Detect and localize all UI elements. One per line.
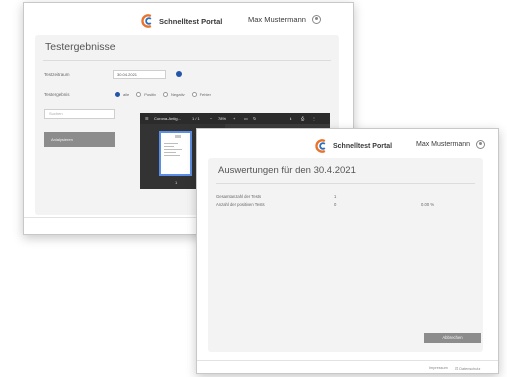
pdf-toolbar: ☰ Corona-Antig... 1 / 1 − 78% + ▭ ↻ ⭳ ⎙ … (140, 113, 330, 124)
zoom-level[interactable]: 78% (218, 113, 226, 124)
thumbnail-line (164, 146, 174, 147)
rotate-icon[interactable]: ↻ (253, 113, 256, 124)
cancel-button[interactable]: Abbrechen (424, 333, 481, 343)
radio-negative[interactable]: Negativ (163, 92, 185, 97)
page-title: Testergebnisse (45, 41, 116, 53)
radio-label: Positiv (144, 92, 157, 97)
radio-label: Fehler (199, 92, 211, 97)
thumbnail-logo (175, 135, 181, 138)
search-input[interactable]: Suchen (44, 109, 115, 119)
user-name: Max Mustermann (248, 15, 306, 24)
radio-dot[interactable] (163, 92, 169, 97)
user-icon (476, 140, 486, 149)
stat-row-total: Gesamtanzahl der Tests 1 (216, 194, 476, 201)
result-filter-label: Testergebnis (44, 92, 70, 97)
privacy-link[interactable]: ⊡ Datenschutz (455, 366, 480, 371)
logo-icon (141, 14, 152, 28)
pdf-page-thumbnail[interactable] (159, 131, 192, 176)
imprint-link[interactable]: Impressum (429, 366, 448, 370)
stat-count: 1 (334, 194, 337, 199)
print-icon[interactable]: ⎙ (301, 113, 304, 124)
thumbnail-line (164, 143, 178, 144)
radio-dot[interactable] (191, 92, 197, 97)
stat-percent: 0.00 % (421, 202, 435, 207)
radio-label: alle (123, 92, 130, 97)
header: Schnelltest Portal Max Mustermann (197, 129, 498, 159)
evaluation-card: Auswertungen für den 30.4.2021 Gesamtanz… (208, 158, 483, 352)
evaluation-window: Schnelltest Portal Max Mustermann Auswer… (196, 128, 499, 374)
user-icon (311, 15, 321, 24)
header: Schnelltest Portal Max Mustermann (24, 3, 353, 33)
privacy-label: Datenschutz (459, 367, 481, 371)
download-icon[interactable]: ⭳ (290, 113, 291, 124)
privacy-icon: ⊡ (455, 367, 459, 371)
more-options-icon[interactable]: ⋮ (312, 113, 316, 124)
divider (216, 183, 475, 184)
radio-dot[interactable] (136, 92, 142, 97)
fit-page-icon[interactable]: ▭ (244, 113, 248, 124)
pdf-file-name: Corona-Antig... (154, 116, 181, 121)
page-indicator: 1 / 1 (192, 116, 200, 121)
user-menu[interactable]: Max Mustermann (416, 140, 486, 149)
evaluation-title: Auswertungen für den 30.4.2021 (218, 165, 356, 176)
portal-logo[interactable]: Schnelltest Portal (315, 139, 392, 153)
stat-label: Gesamtanzahl der Tests (216, 194, 262, 199)
result-filter-radio-group: alle Positiv Negativ Fehler (115, 92, 218, 97)
radio-error[interactable]: Fehler (191, 92, 211, 97)
radio-all[interactable]: alle (115, 92, 129, 97)
user-name: Max Mustermann (416, 141, 471, 148)
date-range-label: Testzeitraum (44, 72, 70, 77)
zoom-in-icon[interactable]: + (233, 113, 235, 124)
thumbnail-line (164, 152, 176, 153)
logo-text: Schnelltest Portal (159, 16, 223, 26)
user-menu[interactable]: Max Mustermann (248, 15, 321, 24)
logo-text: Schnelltest Portal (333, 142, 393, 150)
calendar-icon[interactable] (176, 71, 182, 77)
footer: Impressum ⊡ Datenschutz (197, 360, 498, 373)
logo-icon (315, 139, 326, 153)
radio-label: Negativ (171, 92, 185, 97)
zoom-out-icon[interactable]: − (210, 113, 212, 124)
stat-row-positive: Anzahl der positiven Tests 0 0.00 % (216, 202, 476, 209)
thumbnail-page-number: 1 (175, 180, 178, 185)
date-range-input[interactable]: 30.04.2021 (113, 70, 166, 79)
thumbnail-line (164, 155, 180, 156)
stat-label: Anzahl der positiven Tests (216, 202, 265, 207)
thumbnail-line (164, 149, 182, 150)
menu-icon[interactable]: ☰ (145, 113, 149, 124)
radio-positive[interactable]: Positiv (136, 92, 156, 97)
radio-dot[interactable] (115, 92, 120, 97)
stat-count: 0 (334, 202, 337, 207)
portal-logo[interactable]: Schnelltest Portal (141, 14, 222, 28)
analyze-button[interactable]: Anlalysieren (44, 132, 115, 147)
divider (43, 60, 331, 61)
